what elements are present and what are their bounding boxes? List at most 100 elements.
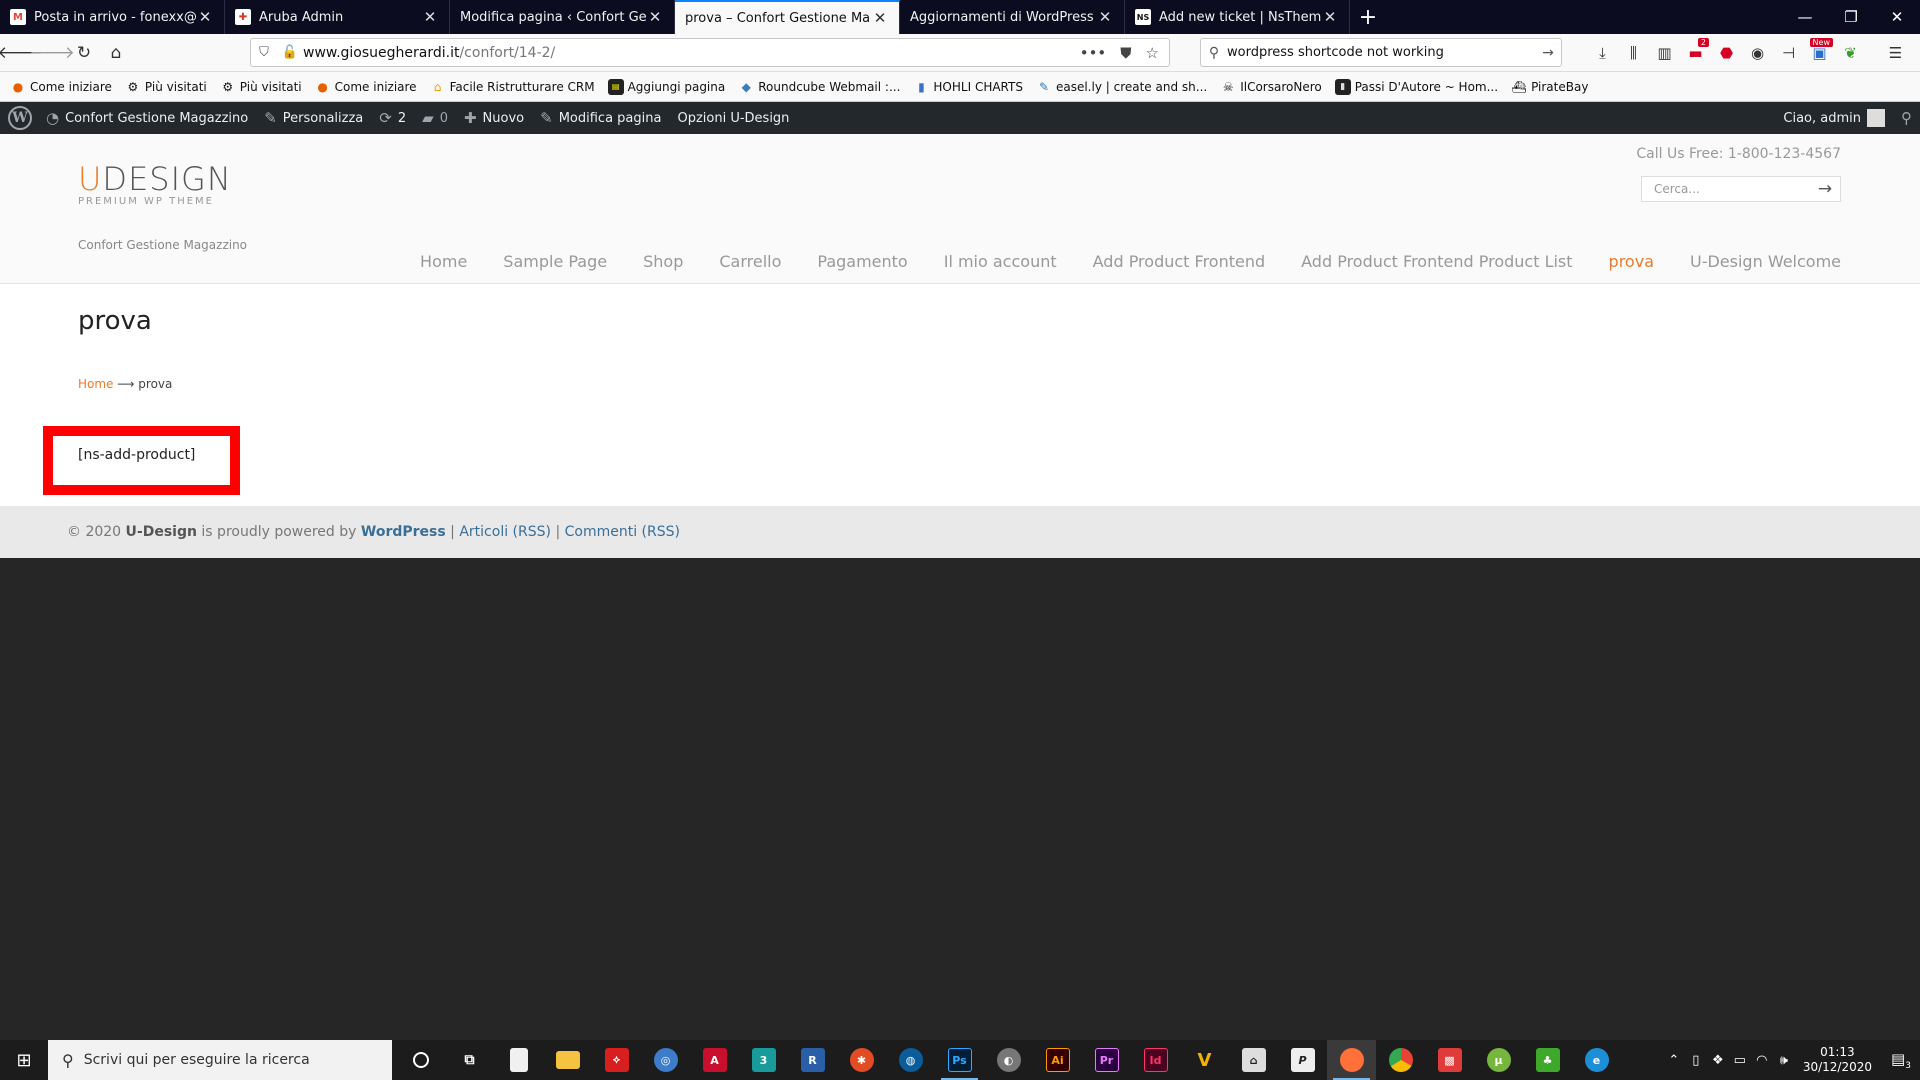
- vectorworks-icon[interactable]: V: [1180, 1040, 1229, 1080]
- nav-item-udesign-welcome[interactable]: U-Design Welcome: [1690, 252, 1841, 271]
- reload-button[interactable]: ↻: [68, 38, 100, 68]
- tab-nsthemes[interactable]: NS Add new ticket | NsThemes ✕: [1125, 0, 1350, 34]
- chrome-icon[interactable]: [1376, 1040, 1425, 1080]
- battery-icon[interactable]: ▭: [1729, 1053, 1751, 1068]
- close-icon[interactable]: ✕: [871, 9, 889, 27]
- wp-theme-options[interactable]: Opzioni U-Design: [669, 111, 797, 126]
- tab-aruba[interactable]: ✚ Aruba Admin ✕: [225, 0, 450, 34]
- wp-my-account[interactable]: Ciao, admin: [1775, 109, 1893, 127]
- leaf-extension-icon[interactable]: ❦: [1835, 44, 1866, 62]
- search-input[interactable]: [1227, 45, 1535, 60]
- nav-item-my-account[interactable]: Il mio account: [944, 252, 1057, 271]
- bookmark-item[interactable]: ● Come iniziare: [315, 79, 416, 95]
- bookmark-item[interactable]: ⚙ Più visitati: [125, 79, 207, 95]
- nav-item-home[interactable]: Home: [420, 252, 467, 271]
- tab-gmail[interactable]: M Posta in arrivo - fonexx@gmail ✕: [0, 0, 225, 34]
- account-icon[interactable]: ◉: [1742, 44, 1773, 62]
- close-icon[interactable]: ✕: [196, 8, 214, 26]
- taskbar-search-input[interactable]: [83, 1052, 392, 1068]
- close-icon[interactable]: ✕: [421, 8, 439, 26]
- app-3-icon[interactable]: 3: [739, 1040, 788, 1080]
- firefox-icon[interactable]: [1327, 1040, 1376, 1080]
- taskbar-search[interactable]: ⚲: [48, 1040, 392, 1080]
- pin-icon[interactable]: ⊣: [1773, 44, 1804, 62]
- tab-edit-page[interactable]: Modifica pagina ‹ Confort Gestione ✕: [450, 0, 675, 34]
- restore-icon[interactable]: ❐: [1828, 0, 1874, 34]
- cortana-icon[interactable]: [396, 1040, 445, 1080]
- volume-icon[interactable]: 🕪: [1773, 1053, 1795, 1068]
- file-icon[interactable]: [494, 1040, 543, 1080]
- sidebar-icon[interactable]: ▥: [1649, 44, 1680, 62]
- wp-updates[interactable]: ⟳ 2: [371, 109, 414, 127]
- search-bar[interactable]: ⚲ →: [1200, 38, 1562, 67]
- url-text[interactable]: www.giosuegherardi.it/confort/14-2/: [303, 45, 1080, 61]
- vpn-icon[interactable]: ◎: [641, 1040, 690, 1080]
- minimize-icon[interactable]: —: [1782, 0, 1828, 34]
- nav-item-sample-page[interactable]: Sample Page: [503, 252, 607, 271]
- nav-item-shop[interactable]: Shop: [643, 252, 683, 271]
- nav-item-checkout[interactable]: Pagamento: [817, 252, 907, 271]
- folder-icon[interactable]: [543, 1040, 592, 1080]
- clock[interactable]: 01:13 30/12/2020: [1803, 1045, 1872, 1075]
- p-app-icon[interactable]: P: [1278, 1040, 1327, 1080]
- utorrent-icon[interactable]: µ: [1474, 1040, 1523, 1080]
- close-icon[interactable]: ✕: [1321, 8, 1339, 26]
- footer-comments-rss-link[interactable]: Commenti (RSS): [565, 524, 680, 540]
- close-icon[interactable]: ✕: [646, 8, 664, 26]
- premiere-icon[interactable]: Pr: [1082, 1040, 1131, 1080]
- screenshot-extension-icon[interactable]: ▣ New: [1804, 38, 1835, 62]
- task-view-icon[interactable]: ⧉: [445, 1040, 494, 1080]
- bookmark-item[interactable]: ⚙ Più visitati: [220, 79, 301, 95]
- close-icon[interactable]: ✕: [1096, 8, 1114, 26]
- pocket-icon[interactable]: ⛊: [1120, 44, 1131, 62]
- chevron-up-icon[interactable]: ⌃: [1663, 1053, 1685, 1068]
- breadcrumb-home-link[interactable]: Home: [78, 377, 113, 391]
- revit-icon[interactable]: R: [788, 1040, 837, 1080]
- photoshop-icon[interactable]: Ps: [935, 1040, 984, 1080]
- bookmark-item[interactable]: ⛴ PirateBay: [1511, 79, 1588, 95]
- tab-prova[interactable]: prova – Confort Gestione Magazzin ✕: [675, 0, 900, 34]
- page-actions-icon[interactable]: •••: [1080, 44, 1107, 62]
- indesign-icon[interactable]: Id: [1131, 1040, 1180, 1080]
- extension-badge-icon[interactable]: ▬ 2: [1680, 38, 1711, 62]
- site-logo[interactable]: UDESIGN PREMIUM WP THEME: [78, 160, 232, 207]
- wp-search[interactable]: ⚲: [1893, 109, 1920, 127]
- wp-customize[interactable]: ✎ Personalizza: [256, 109, 371, 127]
- menu-icon[interactable]: ☰: [1880, 44, 1911, 62]
- go-arrow-icon[interactable]: →: [1535, 45, 1561, 61]
- bookmark-item[interactable]: ▤ Aggiungi pagina: [607, 78, 725, 95]
- device-icon[interactable]: ▯: [1685, 1053, 1707, 1068]
- address-bar[interactable]: ⛉ 🔓 www.giosuegherardi.it/confort/14-2/ …: [250, 38, 1170, 67]
- footer-wordpress-link[interactable]: WordPress: [361, 524, 446, 540]
- bookmark-item[interactable]: ▮ Passi D'Autore ~ Hom...: [1334, 78, 1498, 95]
- close-window-icon[interactable]: ✕: [1874, 0, 1920, 34]
- shield-icon[interactable]: ⛉: [251, 45, 277, 60]
- windows-start-icon[interactable]: ⊞: [0, 1040, 48, 1080]
- bookmark-item[interactable]: ● Come iniziare: [10, 79, 112, 95]
- search-submit-arrow-icon[interactable]: →: [1810, 179, 1840, 199]
- wordpress-logo-icon[interactable]: W: [8, 106, 32, 130]
- notification-icon[interactable]: ▤3: [1882, 1050, 1920, 1071]
- nav-item-add-product-frontend[interactable]: Add Product Frontend: [1093, 252, 1266, 271]
- nav-item-add-product-list[interactable]: Add Product Frontend Product List: [1301, 252, 1572, 271]
- wp-site-name[interactable]: ◔ Confort Gestione Magazzino: [38, 109, 256, 127]
- nav-item-cart[interactable]: Carrello: [719, 252, 781, 271]
- home-button[interactable]: ⌂: [100, 38, 132, 68]
- globe-icon[interactable]: ◐: [984, 1040, 1033, 1080]
- library-icon[interactable]: ⫼: [1618, 44, 1649, 62]
- insecure-lock-icon[interactable]: 🔓: [277, 45, 303, 60]
- bookmark-item[interactable]: ☠ IlCorsaroNero: [1220, 79, 1322, 95]
- dropbox-icon[interactable]: ❖: [1707, 1053, 1729, 1068]
- forward-button[interactable]: 🡒: [29, 38, 75, 68]
- site-search-input[interactable]: [1654, 182, 1810, 196]
- game-icon[interactable]: ♣: [1523, 1040, 1572, 1080]
- bookmark-item[interactable]: ⌂ Facile Ristrutturare CRM: [430, 79, 595, 95]
- tab-wp-updates[interactable]: Aggiornamenti di WordPress ‹ Conf ✕: [900, 0, 1125, 34]
- acrobat-icon[interactable]: ⟡: [592, 1040, 641, 1080]
- new-tab-button[interactable]: +: [1350, 0, 1386, 34]
- wp-edit-page[interactable]: ✎ Modifica pagina: [532, 109, 669, 127]
- sketchup-icon[interactable]: ◍: [886, 1040, 935, 1080]
- bookmark-item[interactable]: ▮ HOHLI CHARTS: [913, 79, 1023, 95]
- footer-articles-rss-link[interactable]: Articoli (RSS): [459, 524, 551, 540]
- adblock-icon[interactable]: ⬣: [1711, 44, 1742, 62]
